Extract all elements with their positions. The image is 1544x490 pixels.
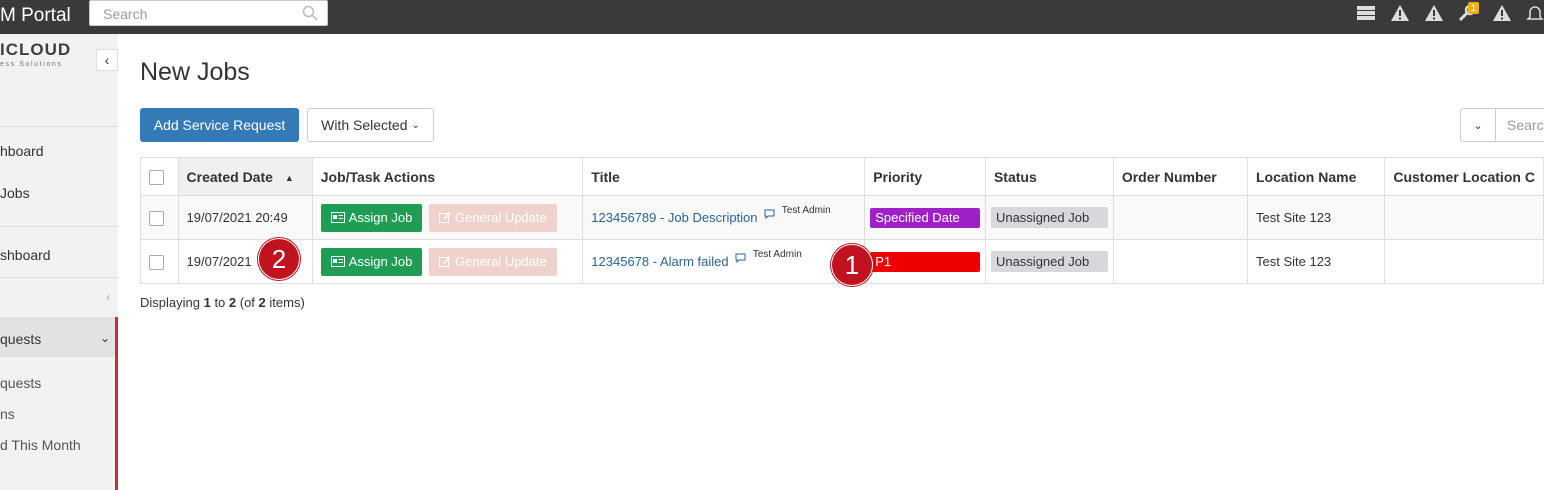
status-cell: Unassigned Job — [984, 239, 1114, 284]
location-name-cell: Test Site 123 — [1246, 239, 1386, 284]
status-cell: Unassigned Job — [984, 195, 1114, 240]
sidebar-item-jobs[interactable]: Jobs — [0, 185, 30, 201]
priority-cell: Specified Date — [864, 195, 986, 240]
table-search-group[interactable]: ⌄ Search — [1460, 108, 1544, 142]
author-label: Test Admin — [781, 205, 831, 216]
priority-badge: P1 — [870, 251, 980, 272]
with-selected-label: With Selected — [321, 117, 408, 133]
annotation-marker-2: 2 — [258, 238, 300, 280]
logo: ICLOUD — [0, 40, 72, 59]
priority-badge: Specified Date — [870, 207, 980, 228]
global-search[interactable] — [89, 0, 328, 26]
column-header-status[interactable]: Status — [984, 157, 1114, 196]
table-search-placeholder[interactable]: Search — [1507, 117, 1544, 133]
title-cell: 123456789 - Job Description Test Admin — [582, 195, 866, 240]
edit-icon — [438, 256, 451, 267]
select-all-checkbox[interactable] — [149, 169, 164, 185]
customer-location-cell — [1384, 239, 1544, 284]
edit-icon — [438, 212, 451, 223]
column-header-title[interactable]: Title — [582, 157, 866, 196]
wrench-icon[interactable]: 1 — [1458, 2, 1480, 22]
row-checkbox[interactable] — [149, 254, 164, 270]
id-card-icon — [330, 256, 345, 267]
column-header-priority[interactable]: Priority — [864, 157, 986, 196]
row-checkbox[interactable] — [149, 210, 164, 226]
row-select-cell — [140, 195, 179, 240]
search-icon[interactable] — [302, 5, 318, 26]
column-header-order-number[interactable]: Order Number — [1112, 157, 1249, 196]
assign-job-button[interactable]: Assign Job — [320, 247, 423, 276]
chevron-left-icon[interactable]: ‹ — [106, 290, 110, 304]
divider — [0, 277, 118, 278]
status-badge: Unassigned Job — [990, 251, 1108, 272]
priority-cell: P1 — [864, 239, 986, 284]
bell-icon[interactable] — [1526, 4, 1544, 22]
sidebar-collapse-button[interactable]: ‹ — [96, 49, 118, 71]
status-badge: Unassigned Job — [990, 207, 1108, 228]
sidebar-active-accent — [115, 317, 118, 490]
sidebar-subitem-requests[interactable]: quests — [0, 375, 41, 391]
column-header-location-name[interactable]: Location Name — [1246, 157, 1386, 196]
order-number-cell — [1112, 239, 1249, 284]
select-all-cell — [140, 157, 179, 196]
comment-icon[interactable] — [764, 207, 775, 222]
warning-icon[interactable] — [1390, 4, 1410, 22]
add-service-request-button[interactable]: Add Service Request — [140, 108, 299, 142]
sidebar-item-requests[interactable]: quests — [0, 331, 41, 347]
app-title[interactable]: M Portal — [0, 5, 71, 27]
divider — [0, 126, 118, 127]
warning-icon[interactable] — [1492, 4, 1512, 22]
actions-cell: Assign Job General Update — [311, 239, 584, 284]
table-header-row: Created Date ▲ Job/Task Actions Title Pri… — [140, 157, 1544, 196]
customer-location-cell — [1384, 195, 1544, 240]
wrench-badge: 1 — [1468, 2, 1480, 14]
job-title-link[interactable]: 123456789 - Job Description — [591, 210, 757, 225]
column-header-created-date[interactable]: Created Date ▲ — [177, 157, 313, 196]
logo-subtitle: ess Solutions — [0, 61, 63, 68]
top-icon-group: 1 — [1356, 0, 1544, 26]
comment-icon[interactable] — [735, 251, 746, 266]
sort-asc-icon: ▲ — [284, 172, 294, 183]
order-number-cell — [1112, 195, 1249, 240]
search-input[interactable] — [101, 2, 305, 26]
with-selected-dropdown[interactable]: With Selected ⌄ — [307, 108, 434, 142]
job-title-link[interactable]: 12345678 - Alarm failed — [591, 254, 728, 269]
actions-cell: Assign Job General Update — [311, 195, 584, 240]
column-header-actions: Job/Task Actions — [311, 157, 584, 196]
sidebar-item-dashboard-2[interactable]: shboard — [0, 247, 51, 263]
divider — [0, 226, 118, 227]
annotation-marker-1: 1 — [831, 244, 873, 286]
chevron-down-icon: ⌄ — [411, 119, 420, 131]
page-title: New Jobs — [140, 58, 250, 86]
assign-job-button[interactable]: Assign Job — [320, 203, 423, 232]
sidebar-subitem-this-month[interactable]: d This Month — [0, 437, 81, 453]
warning-icon[interactable] — [1424, 4, 1444, 22]
title-cell: 12345678 - Alarm failed Test Admin — [582, 239, 866, 284]
general-update-button[interactable]: General Update — [428, 247, 557, 276]
general-update-button[interactable]: General Update — [428, 203, 557, 232]
table-row: 19/07/2021 20:49 Assign Job General Upda… — [140, 195, 1544, 240]
location-name-cell: Test Site 123 — [1246, 195, 1386, 240]
id-card-icon — [330, 212, 345, 223]
sidebar: ICLOUD ess Solutions ‹ hboard Jobs shboa… — [0, 34, 118, 490]
author-label: Test Admin — [752, 249, 802, 260]
sidebar-subitem-ns[interactable]: ns — [0, 406, 15, 422]
chevron-down-icon[interactable]: ⌄ — [1461, 109, 1496, 141]
chevron-down-icon[interactable]: ⌄ — [100, 331, 110, 345]
column-header-customer-location[interactable]: Customer Location C — [1384, 157, 1544, 196]
created-date-cell: 19/07/2021 20:49 — [177, 195, 313, 240]
sidebar-item-dashboard[interactable]: hboard — [0, 143, 44, 159]
row-select-cell — [140, 239, 179, 284]
server-icon[interactable] — [1356, 5, 1376, 21]
top-navbar: M Portal 1 — [0, 0, 1544, 34]
pagination-summary: Displaying 1 to 2 (of 2 items) — [140, 295, 305, 310]
